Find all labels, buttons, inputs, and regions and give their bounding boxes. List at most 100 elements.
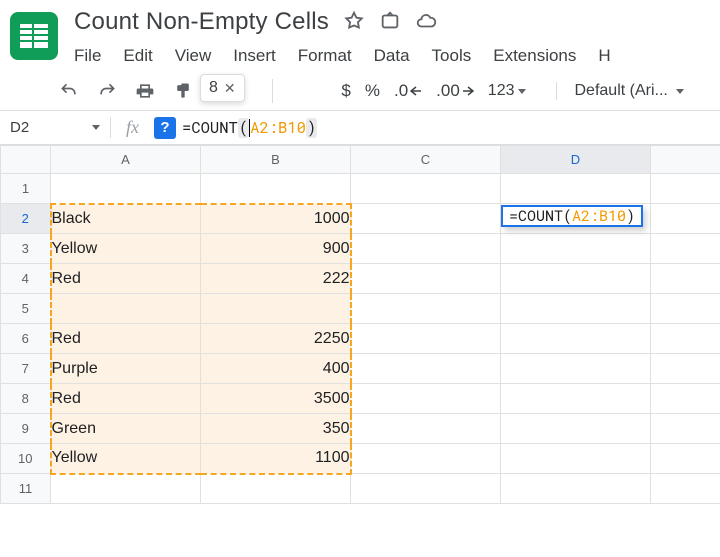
cell[interactable] xyxy=(651,384,720,414)
cell[interactable] xyxy=(651,474,720,504)
cell[interactable]: Purple xyxy=(51,354,201,384)
col-header-B[interactable]: B xyxy=(201,146,351,174)
row-header[interactable]: 7 xyxy=(1,354,51,384)
row-header[interactable]: 4 xyxy=(1,264,51,294)
row-header[interactable]: 3 xyxy=(1,234,51,264)
cell[interactable] xyxy=(651,204,720,234)
cell[interactable] xyxy=(501,294,651,324)
currency-button[interactable]: $ xyxy=(341,81,350,101)
formula-input[interactable]: =COUNT(A2:B10) xyxy=(182,118,720,138)
cell[interactable] xyxy=(351,204,501,234)
cell[interactable]: 1000 xyxy=(201,204,351,234)
paint-format-button[interactable] xyxy=(170,78,196,104)
col-header-C[interactable]: C xyxy=(351,146,501,174)
doc-title[interactable]: Count Non-Empty Cells xyxy=(74,8,329,36)
row-header[interactable]: 9 xyxy=(1,414,51,444)
cell[interactable] xyxy=(501,264,651,294)
cell[interactable]: Red xyxy=(51,324,201,354)
cell[interactable]: Green xyxy=(51,414,201,444)
cell[interactable]: Black xyxy=(51,204,201,234)
cell[interactable] xyxy=(201,174,351,204)
decrease-decimal-button[interactable]: .0 xyxy=(394,81,422,101)
row-header[interactable]: 10 xyxy=(1,444,51,474)
cell[interactable] xyxy=(351,444,501,474)
redo-button[interactable] xyxy=(94,78,120,104)
menu-file[interactable]: File xyxy=(74,46,101,66)
menu-edit[interactable]: Edit xyxy=(123,46,152,66)
cell[interactable] xyxy=(351,264,501,294)
cell[interactable] xyxy=(201,474,351,504)
cell[interactable] xyxy=(501,414,651,444)
cell[interactable]: 3500 xyxy=(201,384,351,414)
cell[interactable] xyxy=(501,324,651,354)
cell[interactable] xyxy=(51,474,201,504)
cell[interactable] xyxy=(351,234,501,264)
formula-help-button[interactable]: ? xyxy=(154,117,176,139)
cell[interactable] xyxy=(501,354,651,384)
cell[interactable] xyxy=(351,384,501,414)
col-header-A[interactable]: A xyxy=(51,146,201,174)
cell[interactable] xyxy=(51,174,201,204)
cell[interactable]: Red xyxy=(51,384,201,414)
cell[interactable]: 400 xyxy=(201,354,351,384)
star-icon[interactable] xyxy=(343,10,365,35)
cell[interactable] xyxy=(501,234,651,264)
cell[interactable] xyxy=(501,174,651,204)
spreadsheet-grid[interactable]: A B C D 1 2 Black 1000 xyxy=(0,145,720,504)
cell[interactable] xyxy=(651,174,720,204)
cell[interactable]: 1100 xyxy=(201,444,351,474)
cell[interactable] xyxy=(651,234,720,264)
cell[interactable] xyxy=(351,294,501,324)
cell[interactable] xyxy=(651,324,720,354)
menu-help[interactable]: H xyxy=(598,46,610,66)
cell[interactable] xyxy=(651,414,720,444)
cell[interactable]: 222 xyxy=(201,264,351,294)
cell[interactable] xyxy=(351,324,501,354)
cell[interactable]: Yellow xyxy=(51,444,201,474)
cell[interactable] xyxy=(351,354,501,384)
print-button[interactable] xyxy=(132,78,158,104)
col-header-extra[interactable] xyxy=(651,146,720,174)
cell[interactable]: 2250 xyxy=(201,324,351,354)
move-icon[interactable] xyxy=(379,10,401,35)
cell[interactable] xyxy=(351,474,501,504)
cell[interactable]: 900 xyxy=(201,234,351,264)
cell[interactable] xyxy=(351,174,501,204)
cell[interactable] xyxy=(651,444,720,474)
cell[interactable] xyxy=(501,444,651,474)
cell[interactable]: Yellow xyxy=(51,234,201,264)
menu-data[interactable]: Data xyxy=(374,46,410,66)
row-header[interactable]: 2 xyxy=(1,204,51,234)
row-header[interactable]: 8 xyxy=(1,384,51,414)
active-cell-editor[interactable]: =COUNT(A2:B10) xyxy=(501,205,643,227)
more-formats-button[interactable]: 123 xyxy=(488,82,526,100)
menu-view[interactable]: View xyxy=(175,46,212,66)
row-header[interactable]: 5 xyxy=(1,294,51,324)
name-box[interactable]: D2 xyxy=(0,119,110,136)
font-dropdown[interactable]: Default (Ari... xyxy=(556,82,684,100)
cell[interactable] xyxy=(501,474,651,504)
menu-insert[interactable]: Insert xyxy=(233,46,276,66)
menu-extensions[interactable]: Extensions xyxy=(493,46,576,66)
percent-button[interactable]: % xyxy=(365,81,380,101)
cell[interactable] xyxy=(651,294,720,324)
cell[interactable] xyxy=(651,264,720,294)
col-header-D[interactable]: D xyxy=(501,146,651,174)
row-header[interactable]: 1 xyxy=(1,174,51,204)
cell[interactable] xyxy=(201,294,351,324)
menu-tools[interactable]: Tools xyxy=(432,46,472,66)
row-header[interactable]: 6 xyxy=(1,324,51,354)
increase-decimal-button[interactable]: .00 xyxy=(436,81,474,101)
select-all-corner[interactable] xyxy=(1,146,51,174)
cell[interactable] xyxy=(501,384,651,414)
cell[interactable] xyxy=(351,414,501,444)
cell[interactable]: 350 xyxy=(201,414,351,444)
cloud-status-icon[interactable] xyxy=(415,10,437,35)
cell[interactable]: Red xyxy=(51,264,201,294)
undo-button[interactable] xyxy=(56,78,82,104)
cell[interactable] xyxy=(651,354,720,384)
cell[interactable] xyxy=(51,294,201,324)
menu-format[interactable]: Format xyxy=(298,46,352,66)
close-icon[interactable]: ✕ xyxy=(224,80,236,97)
row-header[interactable]: 11 xyxy=(1,474,51,504)
